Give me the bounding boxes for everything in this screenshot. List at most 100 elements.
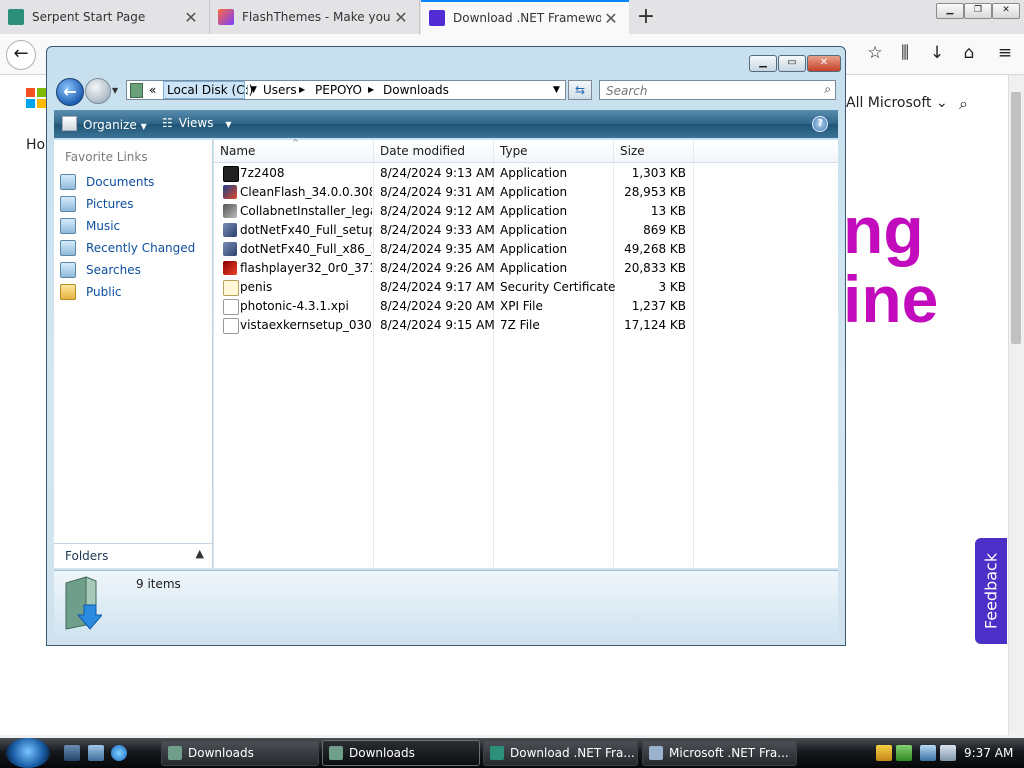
explorer-forward-button[interactable] <box>85 78 111 104</box>
file-row[interactable]: 7z2408 8/24/2024 9:13 AM Application 1,3… <box>214 164 838 183</box>
close-tab-icon[interactable]: ✕ <box>391 8 411 27</box>
file-type: Application <box>500 223 568 237</box>
views-menu[interactable]: ☷ Views ▼ <box>162 116 231 130</box>
file-row[interactable]: vistaexkernsetup_0309... 8/24/2024 9:15 … <box>214 316 838 335</box>
chevron-right-icon[interactable]: ▶ <box>368 85 374 94</box>
taskbar-button-downloads[interactable]: Downloads <box>161 740 319 766</box>
breadcrumb-pepoyo[interactable]: PEPOYO <box>315 83 362 97</box>
file-row[interactable]: photonic-4.3.1.xpi 8/24/2024 9:20 AM XPI… <box>214 297 838 316</box>
switch-windows-icon[interactable] <box>88 745 104 761</box>
recently-changed-icon <box>60 240 76 256</box>
folder-icon <box>130 83 143 98</box>
microsoft-logo-icon[interactable] <box>26 88 46 108</box>
taskbar-button-label: Downloads <box>188 746 254 760</box>
file-name: vistaexkernsetup_0309... <box>240 318 372 332</box>
explorer-maximize-button[interactable]: ▭ <box>778 55 806 72</box>
column-header-type[interactable]: Type <box>500 144 528 158</box>
file-name: dotNetFx40_Full_x86_x64 <box>240 242 372 256</box>
clock[interactable]: 9:37 AM <box>964 746 1013 760</box>
download-arrow-icon[interactable]: ↓ <box>926 42 948 64</box>
close-tab-icon[interactable]: ✕ <box>181 8 201 27</box>
recent-pages-dropdown-icon[interactable]: ▼ <box>112 86 118 95</box>
folders-toggle[interactable]: Folders ▲ <box>54 543 212 568</box>
search-input[interactable] <box>604 82 808 100</box>
taskbar-button-microsoft-net[interactable]: Microsoft .NET Fra... <box>642 740 797 766</box>
setup-icon <box>649 746 663 760</box>
file-row[interactable]: dotNetFx40_Full_x86_x64 8/24/2024 9:35 A… <box>214 240 838 259</box>
back-button[interactable]: ← <box>6 40 36 70</box>
favorite-link-public[interactable]: Public <box>60 282 210 302</box>
organize-menu[interactable]: Organize ▼ <box>62 116 147 132</box>
chevron-right-icon[interactable]: ▶ <box>299 85 305 94</box>
favorite-link-label: Searches <box>86 263 141 277</box>
breadcrumb-downloads[interactable]: Downloads <box>383 83 449 97</box>
favorite-link-recently-changed[interactable]: Recently Changed <box>60 238 210 258</box>
chevron-up-icon: ▲ <box>195 547 204 560</box>
scrollbar-thumb[interactable] <box>1011 92 1021 344</box>
file-row[interactable]: penis 8/24/2024 9:17 AM Security Certifi… <box>214 278 838 297</box>
explorer-search-box[interactable]: ⌕ <box>599 80 836 100</box>
volume-muted-icon[interactable] <box>940 745 956 761</box>
breadcrumb-users[interactable]: Users <box>263 83 297 97</box>
column-headers: Name ^ Date modified Type Size <box>214 138 838 163</box>
chevron-down-icon[interactable]: ▼ <box>247 85 257 95</box>
tab-download-net-framework[interactable]: Download .NET Framework ✕ <box>421 0 629 34</box>
security-shield-icon[interactable] <box>876 745 892 761</box>
restore-window-button[interactable]: ❐ <box>964 3 992 19</box>
taskbar-button-download-net[interactable]: Download .NET Fra... <box>483 740 638 766</box>
file-size: 3 KB <box>658 280 686 294</box>
file-type: Security Certificate <box>500 280 616 294</box>
close-tab-icon[interactable]: ✕ <box>601 9 621 28</box>
tab-title: FlashThemes - Make your c <box>242 10 391 24</box>
favorite-link-documents[interactable]: Documents <box>60 172 210 192</box>
column-header-name[interactable]: Name <box>220 144 255 158</box>
bookmark-star-icon[interactable]: ☆ <box>864 42 886 64</box>
breadcrumb-local-disk[interactable]: Local Disk (C:) <box>167 83 253 97</box>
favorite-link-searches[interactable]: Searches <box>60 260 210 280</box>
close-window-button[interactable]: ✕ <box>992 3 1020 19</box>
file-size: 1,303 KB <box>631 166 686 180</box>
explorer-back-button[interactable]: ← <box>56 78 84 106</box>
address-bar[interactable]: « Local Disk (C:) ▼ Users ▶ PEPOYO ▶ Dow… <box>126 80 566 100</box>
explorer-close-button[interactable]: ✕ <box>807 55 841 72</box>
all-microsoft-menu[interactable]: All Microsoft ⌄ <box>846 95 948 111</box>
file-row[interactable]: dotNetFx40_Full_setup 8/24/2024 9:33 AM … <box>214 221 838 240</box>
column-header-date-modified[interactable]: Date modified <box>380 144 465 158</box>
search-icon[interactable]: ⌕ <box>959 94 968 114</box>
minimize-window-button[interactable]: ▁ <box>936 3 964 19</box>
show-desktop-icon[interactable] <box>64 745 80 761</box>
address-history-dropdown-icon[interactable]: ▼ <box>553 85 560 95</box>
help-icon[interactable]: ? <box>812 116 828 132</box>
address-overflow-chevron[interactable]: « <box>149 83 156 97</box>
security-center-icon[interactable] <box>896 745 912 761</box>
favorite-link-pictures[interactable]: Pictures <box>60 194 210 214</box>
feedback-label: Feedback <box>981 552 1001 630</box>
file-date: 8/24/2024 9:26 AM <box>380 261 495 275</box>
new-tab-button[interactable]: + <box>634 4 658 30</box>
favorite-link-label: Music <box>86 219 121 233</box>
taskbar-button-downloads-active[interactable]: Downloads <box>322 740 480 766</box>
sort-ascending-icon: ^ <box>292 138 299 147</box>
file-row[interactable]: CleanFlash_34.0.0.308_I... 8/24/2024 9:3… <box>214 183 838 202</box>
file-date: 8/24/2024 9:35 AM <box>380 242 495 256</box>
file-row[interactable]: flashplayer32_0r0_371_... 8/24/2024 9:26… <box>214 259 838 278</box>
refresh-button[interactable]: ⇆ <box>568 80 592 100</box>
favorite-link-music[interactable]: Music <box>60 216 210 236</box>
internet-explorer-icon[interactable] <box>111 745 127 761</box>
column-header-size[interactable]: Size <box>620 144 645 158</box>
menu-icon[interactable]: ≡ <box>994 42 1016 64</box>
search-icon[interactable]: ⌕ <box>824 82 831 97</box>
home-icon[interactable]: ⌂ <box>958 42 980 64</box>
feedback-button[interactable]: Feedback <box>975 538 1007 644</box>
searches-icon <box>60 262 76 278</box>
tab-flashthemes[interactable]: FlashThemes - Make your c ✕ <box>210 0 420 34</box>
start-button[interactable] <box>6 738 50 768</box>
file-type: Application <box>500 185 568 199</box>
file-row[interactable]: CollabnetInstaller_lega... 8/24/2024 9:1… <box>214 202 838 221</box>
network-icon[interactable] <box>920 745 936 761</box>
file-name: CollabnetInstaller_lega... <box>240 204 372 218</box>
library-icon[interactable]: ⫼ <box>894 42 916 64</box>
explorer-minimize-button[interactable]: ▁ <box>749 55 777 72</box>
file-name: dotNetFx40_Full_setup <box>240 223 372 237</box>
tab-serpent-start-page[interactable]: Serpent Start Page ✕ <box>0 0 210 34</box>
